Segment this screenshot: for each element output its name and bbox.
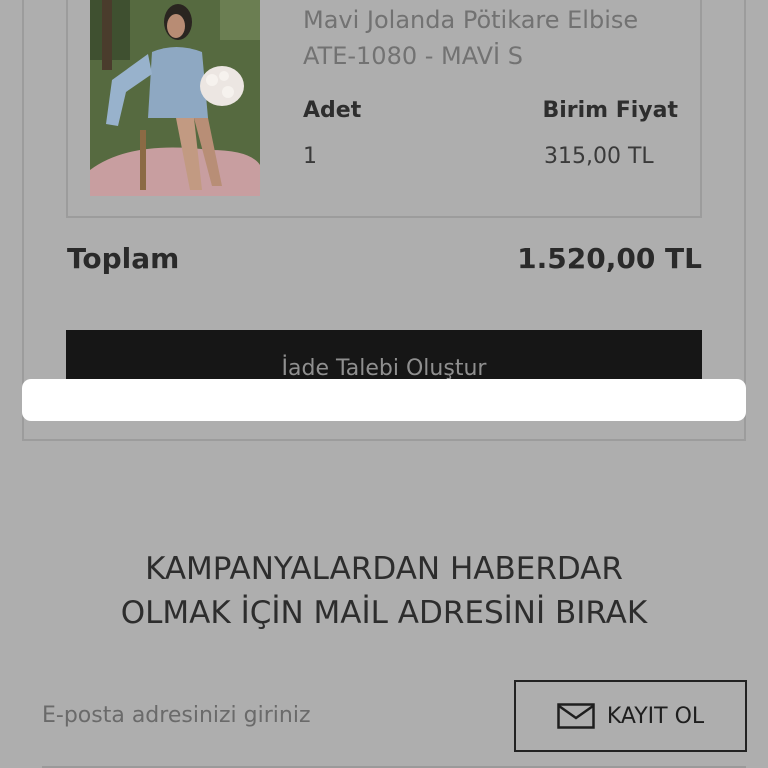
- newsletter-heading-line1: KAMPANYALARDAN HABERDAR: [145, 551, 623, 587]
- product-photo: [90, 0, 260, 196]
- product-variant: ATE-1080 - MAVİ S: [303, 42, 523, 70]
- signup-button[interactable]: KAYIT OL: [514, 680, 747, 752]
- quantity-label: Adet: [303, 98, 362, 123]
- newsletter-heading-line2: OLMAK İÇİN MAİL ADRESİNİ BIRAK: [120, 595, 648, 631]
- quantity-value: 1: [303, 144, 317, 169]
- unit-price-label: Birim Fiyat: [542, 98, 678, 123]
- envelope-icon: [557, 703, 595, 729]
- signup-button-label: KAYIT OL: [606, 703, 705, 729]
- total-label: Toplam: [67, 242, 180, 275]
- email-input[interactable]: [42, 690, 472, 740]
- newsletter-heading: KAMPANYALARDAN HABERDAR OLMAK İÇİN MAİL …: [0, 547, 768, 635]
- total-value: 1.520,00 TL: [517, 242, 702, 275]
- product-name[interactable]: Mavi Jolanda Pötikare Elbise ATE-1080 - …: [303, 2, 723, 74]
- unit-price-value: 315,00 TL: [544, 144, 654, 169]
- toast-notification: [22, 379, 746, 421]
- product-image[interactable]: [90, 0, 260, 196]
- product-title: Mavi Jolanda Pötikare Elbise: [303, 6, 639, 34]
